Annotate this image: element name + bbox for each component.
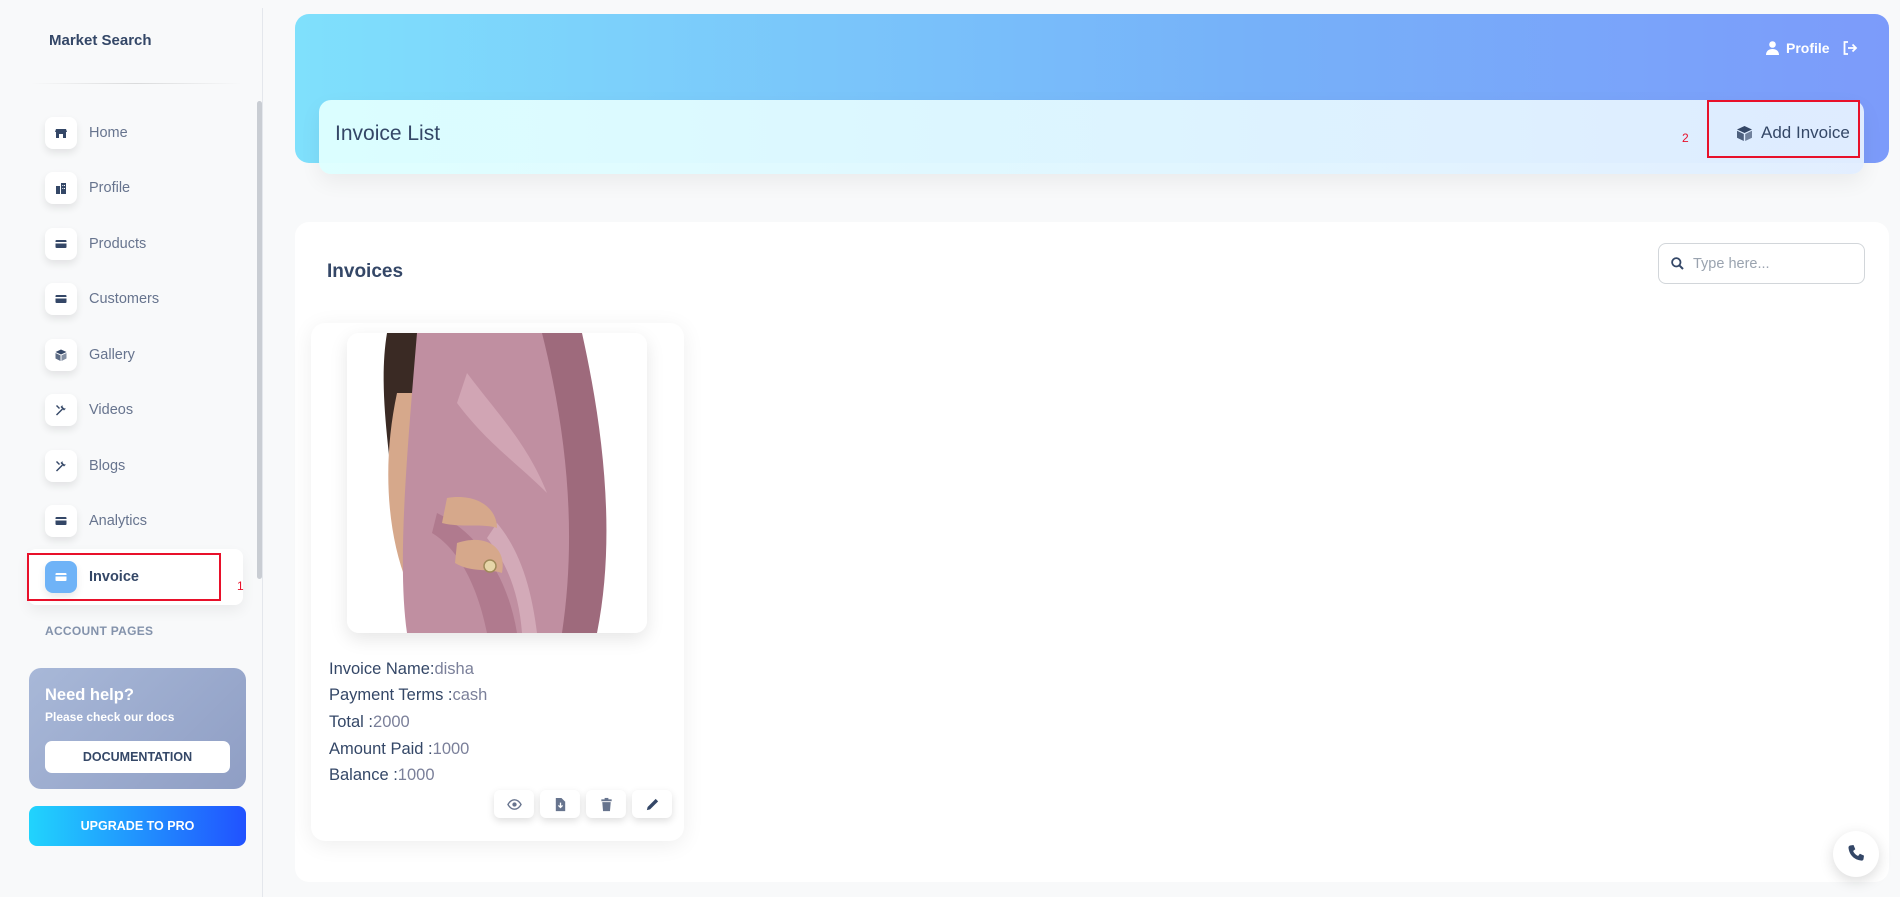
annotation-box-1: [27, 553, 221, 601]
profile-label: Profile: [1786, 40, 1830, 56]
sidebar-item-analytics[interactable]: Analytics: [28, 494, 243, 550]
sidebar-item-label: Products: [89, 235, 147, 252]
brand-name[interactable]: Market Search: [49, 32, 152, 49]
help-card: Need help? Please check our docs DOCUMEN…: [29, 668, 246, 789]
documentation-button[interactable]: DOCUMENTATION: [45, 741, 230, 773]
invoices-title: Invoices: [327, 261, 404, 282]
invoice-name-field: Invoice Name:disha: [329, 660, 474, 679]
sidebar-item-label: Blogs: [89, 457, 126, 474]
sidebar-item-label: Gallery: [89, 346, 135, 363]
logout-icon[interactable]: [1842, 40, 1858, 56]
upgrade-to-pro-button[interactable]: UPGRADE TO PRO: [29, 806, 246, 846]
credit-card-icon: [45, 227, 77, 260]
tools-icon: [45, 394, 77, 427]
user-icon: [1766, 41, 1779, 55]
sidebar-item-home[interactable]: Home: [28, 105, 243, 161]
sidebar-scrollbar[interactable]: [257, 101, 262, 579]
balance-value: 1000: [397, 766, 435, 784]
pencil-icon: [646, 798, 658, 810]
delete-button[interactable]: [586, 790, 626, 818]
sidebar-item-label: Analytics: [89, 513, 148, 530]
total-value: 2000: [373, 713, 410, 731]
annotation-box-2: [1707, 100, 1860, 158]
section-title-account-pages: ACCOUNT PAGES: [45, 624, 154, 638]
sidebar-item-blogs[interactable]: Blogs: [28, 438, 243, 494]
sidebar-item-profile[interactable]: Profile: [28, 161, 243, 217]
sidebar-item-customers[interactable]: Customers: [28, 272, 243, 328]
shop-icon: [45, 116, 77, 149]
search-box: [1658, 243, 1865, 284]
payment-terms-value: cash: [452, 686, 488, 704]
sidebar-item-label: Customers: [89, 291, 160, 308]
payment-terms-label: Payment Terms :: [329, 686, 453, 704]
search-input[interactable]: [1693, 255, 1853, 272]
sidebar-item-label: Profile: [89, 180, 131, 197]
invoice-name-label: Invoice Name:: [329, 660, 435, 678]
total-label: Total :: [329, 713, 374, 731]
trash-icon: [600, 797, 612, 811]
file-download-icon: [555, 797, 565, 811]
sidebar-item-products[interactable]: Products: [28, 216, 243, 272]
credit-card-icon: [45, 283, 77, 316]
sidebar-item-videos[interactable]: Videos: [28, 383, 243, 439]
annotation-number-1: 1: [237, 579, 244, 593]
credit-card-icon: [45, 505, 77, 538]
office-icon: [45, 172, 77, 205]
amount-paid-field: Amount Paid :1000: [329, 740, 469, 759]
amount-paid-value: 1000: [432, 740, 470, 758]
download-button[interactable]: [540, 790, 580, 818]
phone-icon: [1848, 845, 1864, 861]
invoice-actions: [494, 790, 672, 818]
edit-button[interactable]: [632, 790, 672, 818]
title-bar: [319, 100, 1864, 174]
sidebar: Market Search Home Profile Products Cust…: [0, 8, 263, 897]
payment-terms-field: Payment Terms :cash: [329, 686, 487, 705]
invoice-name-value: disha: [434, 660, 474, 678]
saree-photo: [347, 333, 647, 633]
annotation-number-2: 2: [1682, 131, 1689, 145]
view-button[interactable]: [494, 790, 534, 818]
sidebar-item-label: Videos: [89, 402, 134, 419]
sidebar-nav: Home Profile Products Customers Gallery: [28, 105, 243, 605]
balance-field: Balance :1000: [329, 766, 435, 785]
help-title: Need help?: [45, 686, 134, 704]
divider: [30, 83, 242, 84]
sidebar-item-gallery[interactable]: Gallery: [28, 327, 243, 383]
page-title: Invoice List: [335, 122, 441, 145]
total-field: Total :2000: [329, 713, 410, 732]
tools-icon: [45, 449, 77, 482]
help-subtitle: Please check our docs: [45, 710, 175, 724]
box-icon: [45, 338, 77, 371]
sidebar-item-label: Home: [89, 124, 128, 141]
eye-icon: [506, 798, 522, 810]
amount-paid-label: Amount Paid :: [329, 740, 433, 758]
search-icon: [1671, 257, 1684, 270]
invoice-image[interactable]: [347, 333, 647, 633]
phone-button[interactable]: [1833, 831, 1879, 877]
profile-link[interactable]: Profile: [1766, 40, 1830, 56]
balance-label: Balance :: [329, 766, 398, 784]
